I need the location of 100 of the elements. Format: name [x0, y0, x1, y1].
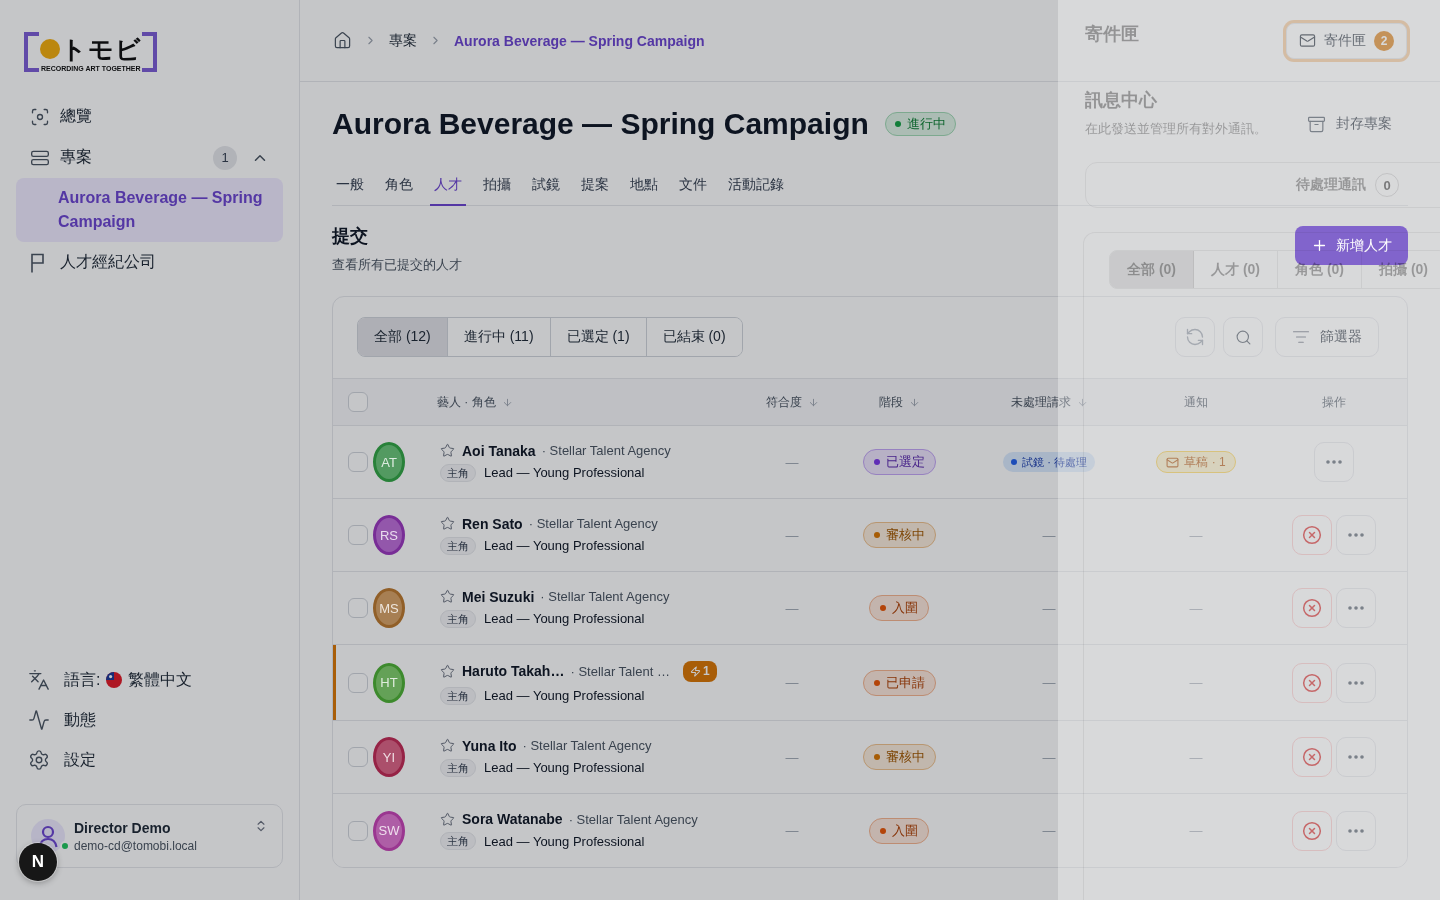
stage-badge: 審核中: [862, 744, 936, 770]
avatar: YI: [373, 737, 405, 777]
search-button[interactable]: [1223, 317, 1263, 357]
nav-subitem[interactable]: Aurora Beverage — Spring Campaign: [16, 178, 283, 242]
filter-button[interactable]: 篩選器: [1275, 317, 1379, 357]
stage-badge: 入圍: [869, 595, 929, 621]
nav-item[interactable]: 總覽: [16, 96, 283, 137]
talent-name[interactable]: Ren Sato: [462, 515, 523, 532]
agency-name: · Stellar Talent Agency: [528, 516, 658, 531]
more-button[interactable]: [1314, 442, 1354, 482]
tab[interactable]: 人才: [430, 164, 466, 206]
pending-label: 待處理通訊: [1296, 176, 1366, 194]
refresh-button[interactable]: [1175, 317, 1215, 357]
role-name: Lead — Young Professional: [484, 538, 645, 553]
status-badge: 進行中: [884, 112, 956, 136]
count-badge: 2: [1374, 30, 1394, 51]
empty-value: —: [1042, 600, 1056, 616]
role-tag: 主角: [440, 463, 476, 482]
row-checkbox[interactable]: [348, 598, 368, 618]
avatar: SW: [373, 810, 405, 851]
column-header[interactable]: 未處理請求: [1010, 393, 1088, 411]
column-header[interactable]: 符合度: [765, 393, 819, 411]
empty-value: —: [785, 823, 799, 838]
tab[interactable]: 地點: [626, 164, 662, 206]
reject-button[interactable]: [1292, 662, 1332, 703]
tab[interactable]: 試鏡: [528, 164, 564, 206]
breadcrumb-link[interactable]: Aurora Beverage — Spring Campaign: [454, 32, 705, 49]
sort-arrow-icon: [1076, 396, 1088, 408]
more-button[interactable]: [1336, 737, 1376, 777]
nav-link[interactable]: 設定: [64, 749, 96, 771]
more-button[interactable]: [1336, 810, 1376, 851]
star-icon[interactable]: [440, 811, 455, 827]
language-value[interactable]: 繁體中文: [128, 669, 193, 691]
role-name: Lead — Young Professional: [484, 688, 645, 703]
tab[interactable]: 一般: [332, 164, 368, 206]
row-checkbox[interactable]: [348, 525, 368, 545]
star-icon[interactable]: [440, 738, 455, 753]
talent-name[interactable]: Haruto Takah…: [462, 663, 565, 679]
x-circle-icon: [1302, 820, 1322, 841]
home-icon[interactable]: [333, 31, 352, 50]
filter-tab[interactable]: 全部 (12): [358, 318, 448, 356]
row-checkbox[interactable]: [348, 452, 368, 472]
nav-item[interactable]: 人才經紀公司: [16, 242, 283, 283]
more-button[interactable]: [1336, 662, 1376, 703]
empty-value: —: [1189, 823, 1203, 838]
more-icon: [1348, 828, 1364, 833]
translate-icon: [28, 669, 50, 691]
filter-icon: [1292, 328, 1310, 346]
empty-value: —: [785, 749, 799, 765]
star-icon[interactable]: [440, 516, 455, 531]
empty-value: —: [1042, 675, 1056, 690]
empty-value: —: [1189, 675, 1203, 690]
row-checkbox[interactable]: [348, 747, 368, 767]
star-icon[interactable]: [440, 589, 455, 604]
star-icon[interactable]: [440, 443, 455, 458]
x-circle-icon: [1302, 747, 1322, 767]
reject-button[interactable]: [1292, 588, 1332, 628]
archive-button[interactable]: 封存專案: [1291, 106, 1408, 142]
refresh-icon: [1185, 327, 1205, 347]
tab[interactable]: 提案: [577, 164, 613, 206]
page-title: Aurora Beverage — Spring Campaign: [332, 107, 869, 141]
talent-name[interactable]: Aoi Tanaka: [462, 442, 536, 459]
more-button[interactable]: [1336, 515, 1376, 555]
notice-badge: 草稿 · 1: [1156, 451, 1236, 473]
breadcrumb-link[interactable]: 專案: [389, 31, 417, 50]
panel-heading: 訊息中心: [1085, 89, 1157, 111]
inbox-button[interactable]: 寄件匣 2: [1286, 22, 1407, 59]
tab[interactable]: 文件: [675, 164, 711, 206]
reject-button[interactable]: [1292, 515, 1332, 555]
avatar: HT: [373, 662, 405, 703]
empty-value: —: [785, 527, 799, 543]
column-header[interactable]: 階段: [878, 393, 920, 411]
sort-arrow-icon: [807, 396, 819, 408]
more-icon: [1348, 755, 1364, 759]
role-tag: 主角: [440, 609, 476, 628]
reject-button[interactable]: [1292, 810, 1332, 851]
agency-name: · Stellar Talent Agency: [522, 738, 652, 753]
row-checkbox[interactable]: [348, 672, 368, 693]
role-name: Lead — Young Professional: [484, 611, 645, 626]
tab[interactable]: 拍攝: [479, 164, 515, 206]
reject-button[interactable]: [1292, 737, 1332, 777]
row-checkbox[interactable]: [348, 820, 368, 841]
talent-name[interactable]: Sora Watanabe: [462, 811, 563, 827]
tab[interactable]: 角色: [381, 164, 417, 206]
round-flag-icon: [106, 672, 123, 688]
star-icon[interactable]: [440, 663, 455, 679]
tab[interactable]: 活動記錄: [724, 164, 788, 206]
panel-title: 寄件匣: [1085, 23, 1139, 45]
more-button[interactable]: [1336, 588, 1376, 628]
nav-item[interactable]: 專案 1: [16, 137, 283, 178]
nav-link[interactable]: 語言:: [64, 669, 101, 691]
right-bracket-icon: [142, 32, 157, 72]
role-name: Lead — Young Professional: [484, 465, 645, 480]
select-all-checkbox[interactable]: [348, 392, 368, 412]
column-header[interactable]: 藝人 · 角色: [437, 393, 513, 411]
talent-name[interactable]: Mei Suzuki: [462, 588, 535, 605]
role-tag: 主角: [440, 686, 476, 705]
sort-arrow-icon: [501, 396, 513, 408]
talent-name[interactable]: Yuna Ito: [462, 737, 517, 754]
nav-link[interactable]: 動態: [64, 709, 96, 731]
